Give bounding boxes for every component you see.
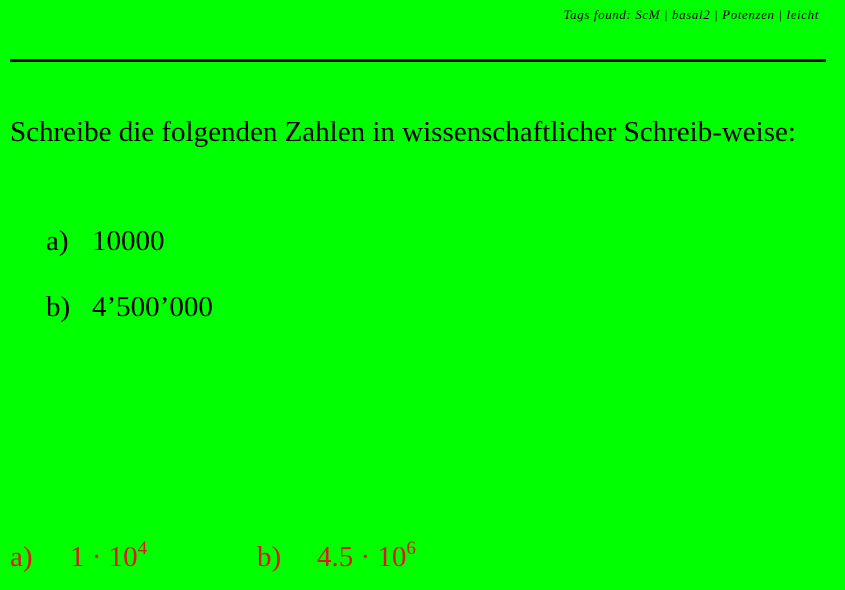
exercise-item-value: 10000: [92, 225, 165, 257]
solution-a: a) 1 · 104: [10, 537, 147, 577]
tags-line: Tags found: ScM | basal2 | Potenzen | le…: [563, 7, 819, 22]
solution-mantissa: 1 · 10: [70, 541, 138, 573]
solution-mantissa: 4.5 · 10: [317, 541, 407, 573]
solution-b: b) 4.5 · 106: [257, 537, 416, 577]
exercise-item-a: a) 10000: [46, 221, 165, 261]
solution-label: a): [10, 541, 33, 573]
solution-exponent: 4: [137, 538, 148, 559]
exercise-item-label: a): [46, 225, 69, 257]
exercise-item-value: 4’500’000: [92, 291, 213, 323]
question-text: Schreibe die folgenden Zahlen in wissens…: [10, 116, 796, 148]
exercise-item-label: b): [46, 291, 71, 323]
header-divider: [10, 59, 826, 62]
solution-label: b): [257, 541, 282, 573]
solution-exponent: 6: [406, 538, 416, 559]
exercise-item-b: b) 4’500’000: [46, 287, 213, 327]
